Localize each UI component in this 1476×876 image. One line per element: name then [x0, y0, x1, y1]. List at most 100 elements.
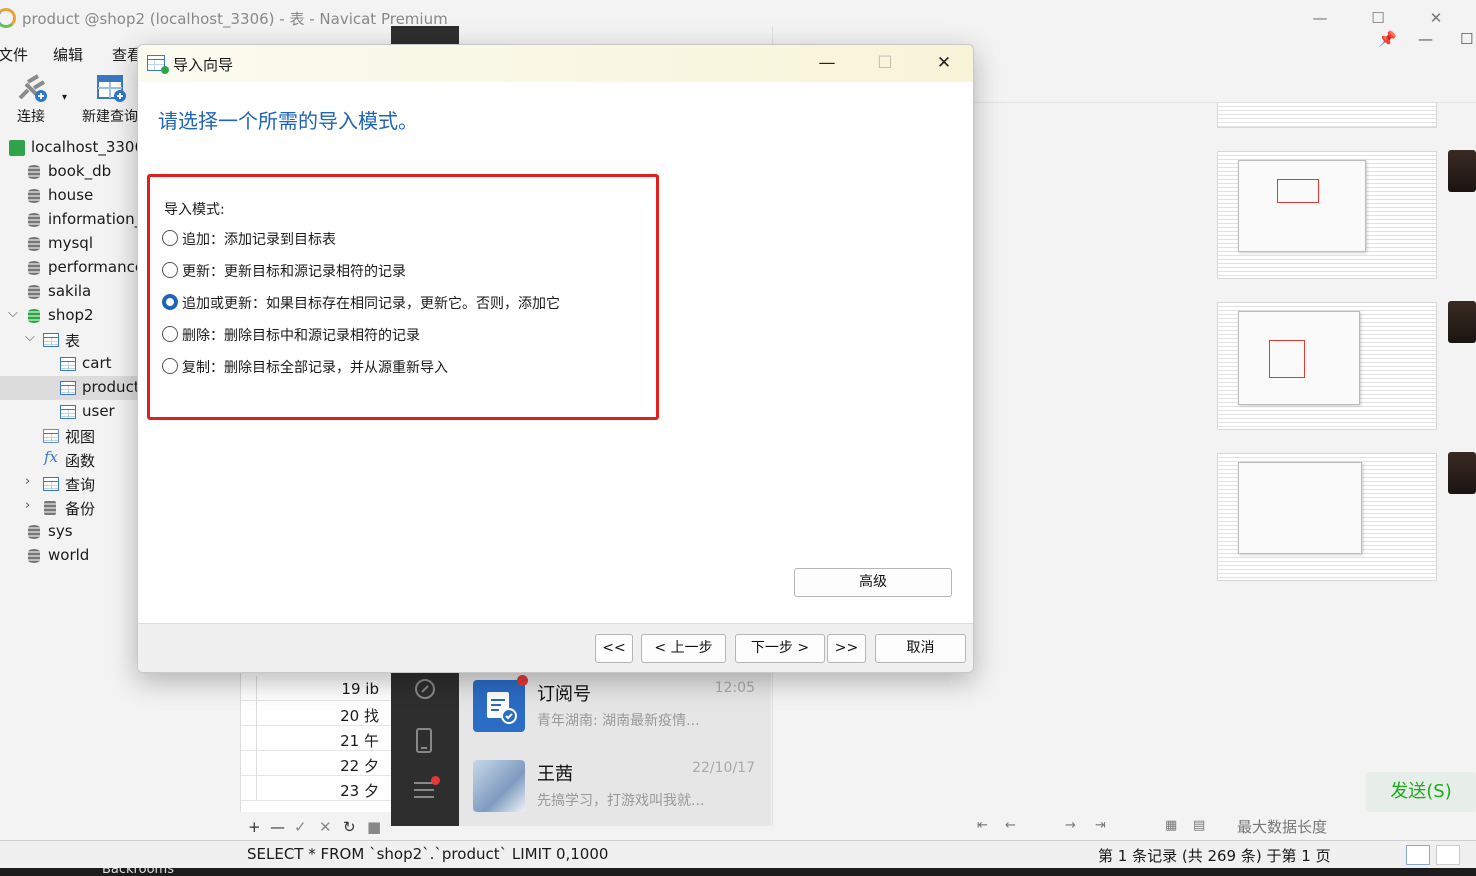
row-selector[interactable] — [241, 776, 257, 800]
tree-db-information[interactable]: information_ — [0, 208, 138, 232]
chevron-down-icon[interactable]: ⌵ — [25, 330, 35, 345]
dialog-minimize-button[interactable]: — — [810, 51, 844, 75]
tree-db-house[interactable]: house — [0, 184, 138, 208]
tree-db-mysql[interactable]: mysql — [0, 232, 138, 256]
phone-icon[interactable] — [415, 728, 433, 754]
prev-record-icon[interactable]: ← — [1005, 818, 1016, 833]
table-row[interactable]: 22 夕 — [241, 751, 393, 776]
tree-table-product[interactable]: product — [0, 376, 138, 400]
chat-item-contact[interactable]: 王茜 22/10/17 先搞学习，打游戏叫我就... — [459, 752, 771, 830]
table-row[interactable]: 19 ib — [241, 676, 393, 701]
screenshot-thumbnail[interactable] — [1217, 151, 1437, 279]
chevron-right-icon[interactable]: › — [25, 474, 30, 489]
tree-table-cart[interactable]: cart — [0, 352, 138, 376]
radio-button[interactable] — [162, 326, 178, 342]
new-query-button[interactable]: 新建查询 — [78, 72, 142, 126]
tree-db-label: mysql — [48, 234, 93, 252]
database-icon — [28, 285, 40, 299]
thumbnail-dialog — [1238, 160, 1366, 252]
cancel-button[interactable]: 取消 — [875, 634, 966, 663]
grid-view-icon[interactable]: ▦ — [1165, 818, 1177, 833]
tree-db-sys[interactable]: sys — [0, 520, 138, 544]
apply-icon[interactable]: ✓ — [294, 818, 307, 836]
table-row[interactable]: 23 夕 — [241, 776, 393, 801]
pin-icon[interactable]: 📌 — [1378, 30, 1397, 48]
chat-time: 22/10/17 — [692, 760, 755, 776]
chevron-right-icon[interactable]: › — [25, 498, 30, 513]
delete-row-icon[interactable]: — — [270, 818, 285, 836]
tree-table-user[interactable]: user — [0, 400, 138, 424]
subscription-avatar-icon — [473, 680, 525, 732]
maximize-icon[interactable]: ☐ — [1460, 30, 1473, 48]
last-step-button[interactable]: >> — [827, 634, 866, 663]
row-num-text: 19 — [341, 680, 361, 698]
radio-button-checked[interactable] — [162, 294, 178, 310]
row-num-text: 20 — [340, 707, 360, 725]
radio-button[interactable] — [162, 230, 178, 246]
dialog-close-button[interactable]: ✕ — [927, 51, 961, 75]
taskbar-item[interactable]: Backrooms — [102, 868, 174, 876]
tree-connection[interactable]: localhost_3306 — [0, 136, 138, 160]
tree-db-label: performance — [48, 258, 138, 276]
tree-backups[interactable]: › 备份 — [0, 496, 138, 520]
first-step-button[interactable]: << — [595, 634, 633, 663]
tree-backups-label: 备份 — [65, 500, 96, 518]
radio-button[interactable] — [162, 358, 178, 374]
stop-icon[interactable]: ■ — [367, 818, 381, 836]
tree-db-sakila[interactable]: sakila — [0, 280, 138, 304]
tree-db-world[interactable]: world — [0, 544, 138, 568]
chat-preview: 青年湖南: 湖南最新疫情... — [537, 713, 700, 729]
advanced-button[interactable]: 高级 — [794, 568, 952, 597]
link-icon[interactable] — [414, 678, 436, 700]
tree-db-book_db[interactable]: book_db — [0, 160, 138, 184]
row-number: 22 夕 — [340, 755, 379, 776]
option-label: 删除：删除目标中和源记录相符的记录 — [182, 328, 420, 344]
next-record-icon[interactable]: → — [1065, 818, 1076, 833]
tree-queries-label: 查询 — [65, 476, 96, 494]
prev-step-button[interactable]: < 上一步 — [641, 634, 726, 663]
record-navigation: ⇤ ← → ⇥ ▦ ▤ 最大数据长度 — [975, 816, 1445, 838]
table-row[interactable]: 21 午 — [241, 726, 393, 751]
row-selector[interactable] — [241, 701, 257, 725]
screenshot-thumbnail[interactable] — [1217, 453, 1437, 581]
form-view-icon[interactable]: ▤ — [1193, 818, 1205, 833]
tree-functions[interactable]: fx 函数 — [0, 448, 138, 472]
add-row-icon[interactable]: + — [248, 818, 261, 836]
tree-db-label: shop2 — [48, 306, 94, 324]
next-step-button[interactable]: 下一步 > — [735, 634, 825, 663]
table-row[interactable]: 20 找 — [241, 701, 393, 726]
tree-queries[interactable]: › 查询 — [0, 472, 138, 496]
first-record-icon[interactable]: ⇤ — [977, 818, 988, 833]
chevron-down-icon[interactable]: ⌵ — [8, 306, 18, 321]
plug-icon — [10, 72, 52, 106]
row-num-text: 21 — [340, 732, 360, 750]
chat-item-subscriptions[interactable]: 订阅号 12:05 青年湖南: 湖南最新疫情... — [459, 672, 771, 750]
menu-file[interactable]: 文件 — [0, 44, 28, 65]
connection-icon — [9, 140, 25, 156]
menu-edit[interactable]: 编辑 — [53, 44, 83, 65]
tree-db-shop2[interactable]: ⌵ shop2 — [0, 304, 138, 328]
send-button[interactable]: 发送(S) — [1366, 772, 1476, 812]
record-count: 第 1 条记录 (共 269 条) 于第 1 页 — [1098, 847, 1331, 865]
last-record-icon[interactable]: ⇥ — [1095, 818, 1106, 833]
refresh-icon[interactable]: ↻ — [343, 818, 356, 836]
grid-mode-button[interactable] — [1406, 845, 1430, 865]
screenshot-thumbnail[interactable] — [1217, 302, 1437, 430]
table-icon — [60, 381, 76, 395]
tree-db-performance[interactable]: performance — [0, 256, 138, 280]
grid-footer-toolbar: + — ✓ ✕ ↻ ■ — [240, 814, 390, 842]
discard-icon[interactable]: ✕ — [319, 818, 332, 836]
connect-dropdown-icon[interactable]: ▾ — [62, 92, 67, 103]
chat-window-top — [391, 26, 459, 46]
connect-button[interactable]: 连接 — [10, 72, 52, 126]
tree-functions-label: 函数 — [65, 452, 96, 470]
radio-button[interactable] — [162, 262, 178, 278]
tree-views[interactable]: 视图 — [0, 424, 138, 448]
form-mode-button[interactable] — [1436, 845, 1460, 865]
minimize-icon[interactable]: — — [1418, 30, 1433, 48]
row-selector[interactable] — [241, 726, 257, 750]
row-selector[interactable] — [241, 676, 257, 700]
tree-tables-folder[interactable]: ⌵ 表 — [0, 328, 138, 352]
row-selector[interactable] — [241, 751, 257, 775]
row-num-text: 23 — [340, 782, 360, 800]
